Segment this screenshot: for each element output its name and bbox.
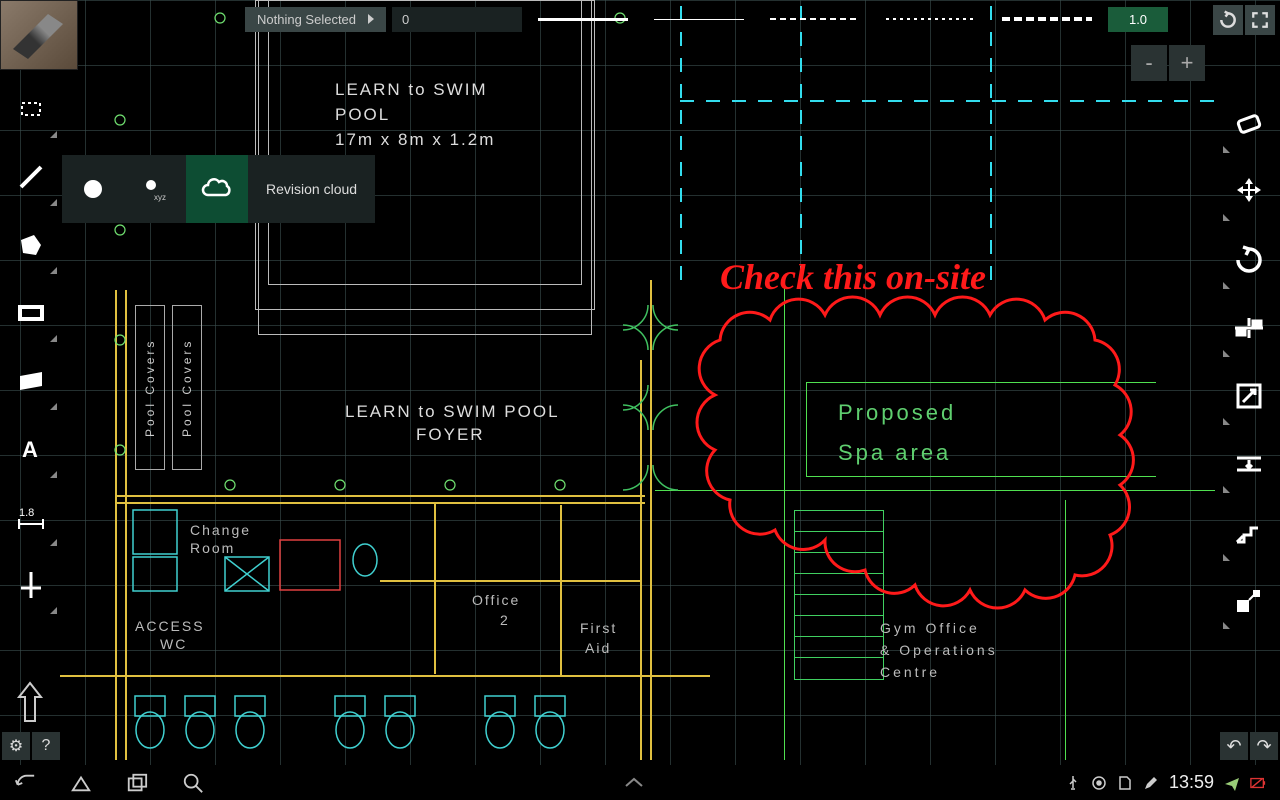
drawing-canvas[interactable]: LEARN to SWIM POOL 17m x 8m x 1.2m LEARN…: [0, 0, 1280, 765]
home-nav-icon[interactable]: [70, 772, 92, 794]
scale-tool[interactable]: [1218, 362, 1280, 430]
annotation-text: Check this on-site: [720, 256, 986, 298]
shape-tool[interactable]: [0, 211, 62, 279]
flyout-label: Revision cloud: [248, 155, 375, 223]
align-tool[interactable]: [1218, 294, 1280, 362]
flyout-point[interactable]: xyz: [124, 155, 186, 223]
selection-label: Nothing Selected: [257, 12, 356, 27]
line-tool[interactable]: [0, 143, 62, 211]
select-tool[interactable]: [0, 75, 62, 143]
cad-drawing: LEARN to SWIM POOL 17m x 8m x 1.2m LEARN…: [0, 0, 1280, 765]
edit-status-icon: [1143, 775, 1159, 791]
erase-tool[interactable]: [1218, 90, 1280, 158]
revision-cloud: [660, 280, 1160, 650]
numeric-input[interactable]: 0: [392, 7, 522, 32]
zoom-out-button[interactable]: -: [1131, 45, 1167, 81]
right-toolbar: [1218, 90, 1280, 634]
back-nav-icon[interactable]: [14, 772, 36, 794]
undo-bottom-button[interactable]: ↶: [1220, 732, 1248, 760]
lineweight-value[interactable]: 1.0: [1108, 7, 1168, 32]
selection-status[interactable]: Nothing Selected: [245, 7, 386, 32]
linestyle-dash1[interactable]: [760, 6, 870, 32]
move-tool[interactable]: [1218, 158, 1280, 226]
redo-bottom-button[interactable]: ↷: [1250, 732, 1278, 760]
up-arrow-icon[interactable]: [15, 681, 45, 725]
expand-nav-icon[interactable]: [622, 776, 646, 790]
top-toolbar: Nothing Selected 0 1.0: [245, 5, 1168, 33]
rectangle-tool[interactable]: [0, 279, 62, 347]
linestyle-dash2[interactable]: [876, 6, 986, 32]
fullscreen-button[interactable]: [1245, 5, 1275, 35]
rotate-tool[interactable]: [1218, 226, 1280, 294]
layer-thumbnail[interactable]: [0, 0, 78, 70]
dimension-tool[interactable]: 1.8: [0, 483, 62, 551]
sync-icon: [1091, 775, 1107, 791]
explode-tool[interactable]: [1218, 566, 1280, 634]
sd-icon: [1117, 775, 1133, 791]
zoom-in-button[interactable]: +: [1169, 45, 1205, 81]
line-tool-flyout: xyz Revision cloud: [62, 155, 375, 223]
flyout-circle[interactable]: [62, 155, 124, 223]
linestyle-solid[interactable]: [528, 6, 638, 32]
usb-icon: [1065, 775, 1081, 791]
clock: 13:59: [1169, 772, 1214, 793]
recent-nav-icon[interactable]: [126, 772, 148, 794]
linestyle-thin[interactable]: [644, 6, 754, 32]
system-navbar: 13:59: [0, 765, 1280, 800]
offset-tool[interactable]: [1218, 430, 1280, 498]
battery-icon: [1250, 775, 1266, 791]
svg-text:A: A: [22, 437, 38, 462]
svg-text:xyz: xyz: [154, 193, 166, 202]
hatch-tool[interactable]: [0, 347, 62, 415]
help-button[interactable]: ?: [32, 732, 60, 760]
undo-top-button[interactable]: [1213, 5, 1243, 35]
settings-button[interactable]: ⚙: [2, 732, 30, 760]
stairs-tool[interactable]: [1218, 498, 1280, 566]
airplane-icon: [1224, 775, 1240, 791]
left-toolbar: A 1.8: [0, 75, 62, 619]
search-nav-icon[interactable]: [182, 772, 204, 794]
linestyle-dash3[interactable]: [992, 6, 1102, 32]
svg-text:1.8: 1.8: [19, 507, 34, 519]
flyout-cloud[interactable]: [186, 155, 248, 223]
text-tool[interactable]: A: [0, 415, 62, 483]
snap-tool[interactable]: [0, 551, 62, 619]
